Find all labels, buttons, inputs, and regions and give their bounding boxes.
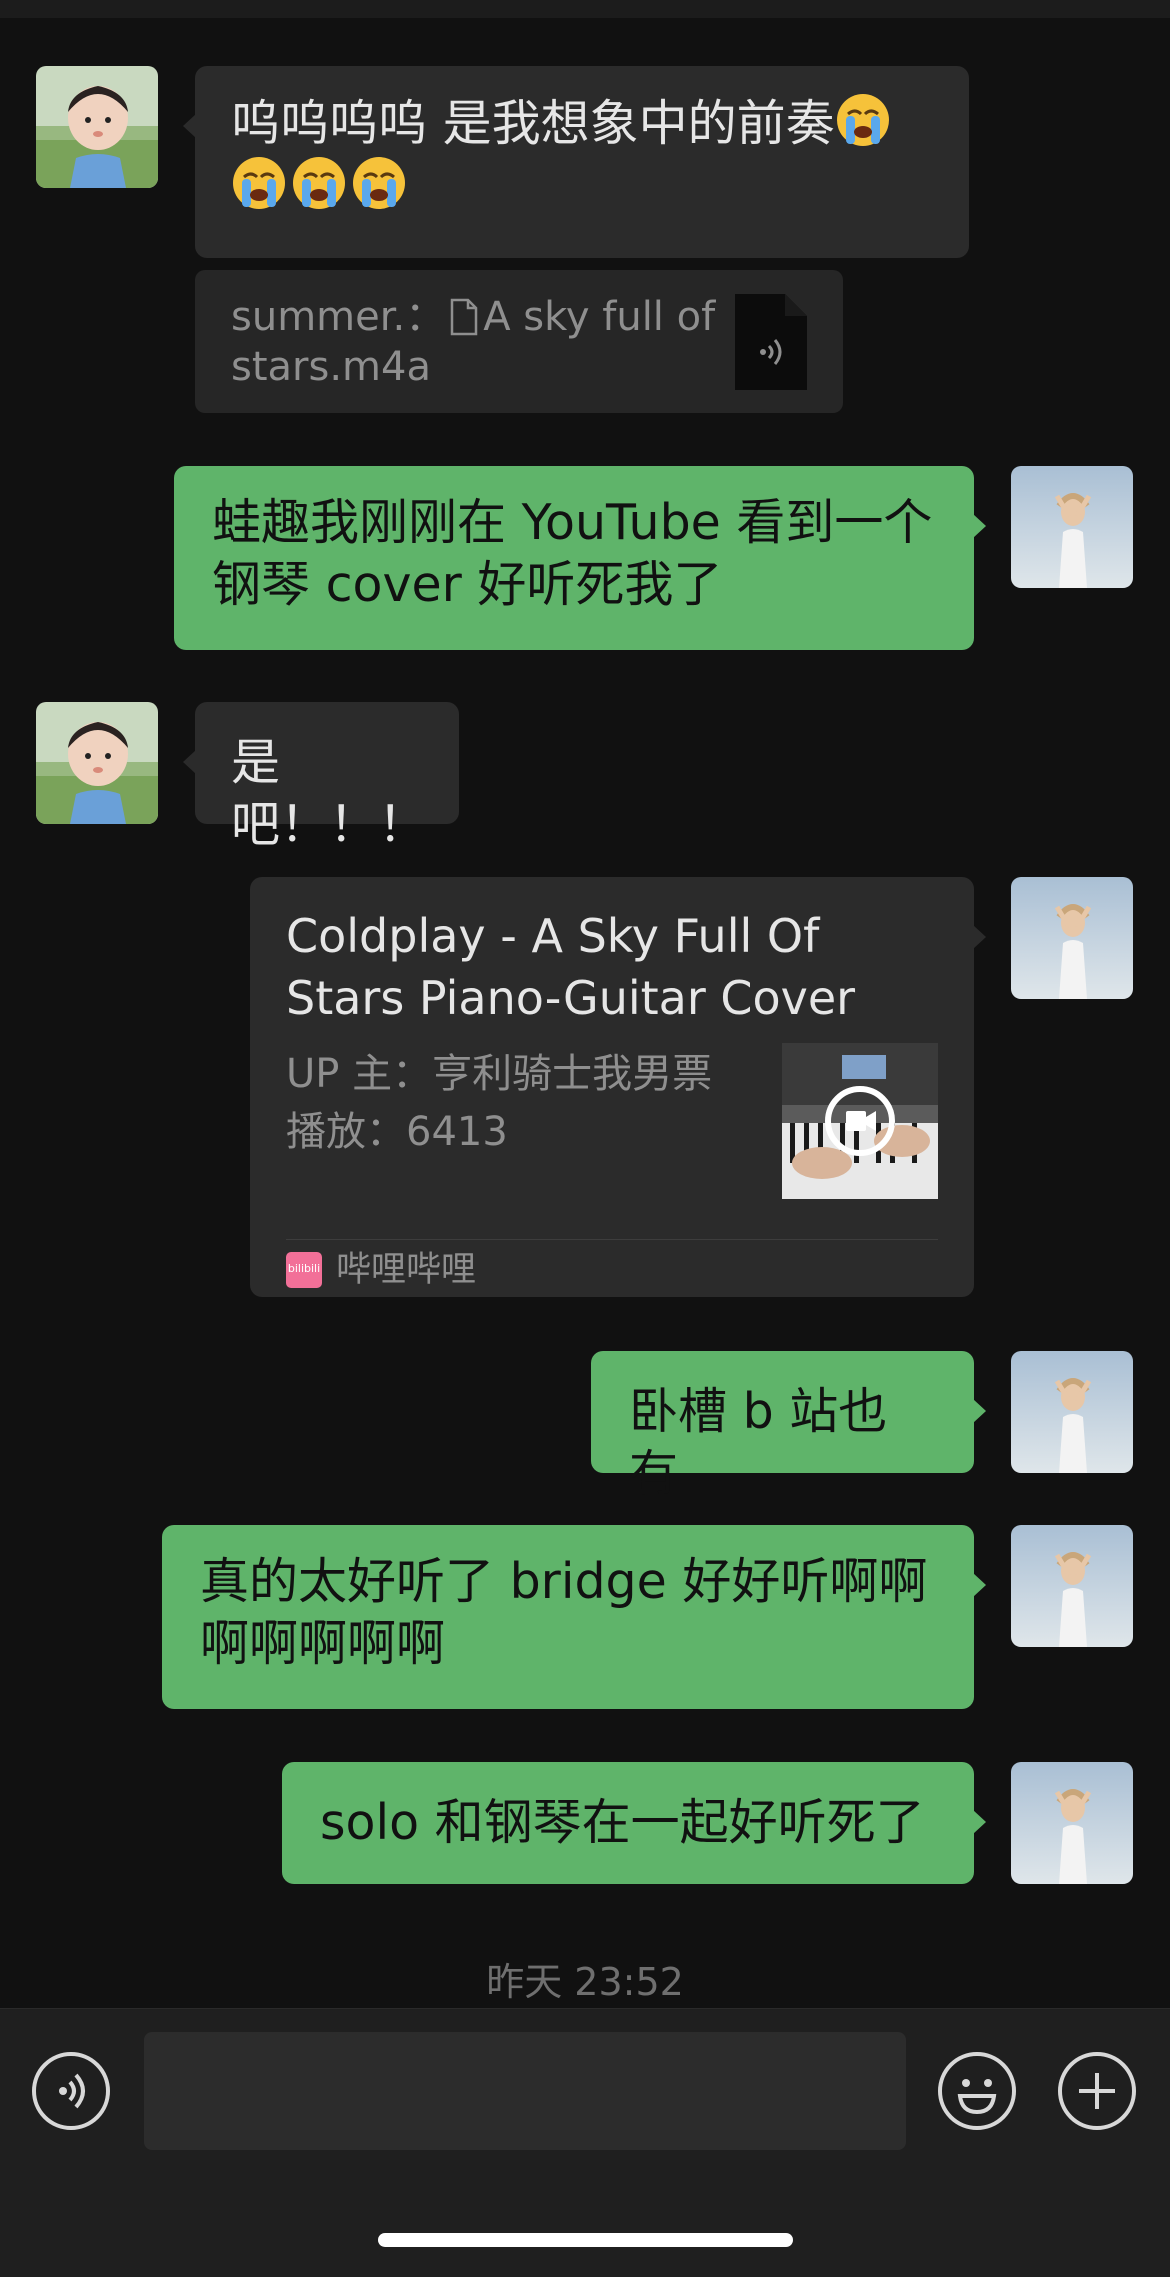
crying-emoji-icon: [835, 92, 891, 148]
avatar-self[interactable]: [1011, 466, 1133, 588]
source-name: 哔哩哔哩: [336, 1250, 477, 1290]
avatar-contact[interactable]: [36, 702, 158, 824]
audio-file-icon: [735, 294, 807, 390]
plus-button[interactable]: [1058, 2052, 1136, 2130]
emoji-button[interactable]: [938, 2052, 1016, 2130]
timestamp: 昨天 23:52: [486, 1960, 684, 2004]
message-text: 是吧！！！: [231, 734, 428, 853]
plus-icon: [1079, 2073, 1115, 2109]
message-bubble-outgoing[interactable]: 卧槽 b 站也有: [591, 1351, 986, 1502]
avatar-self[interactable]: [1011, 877, 1133, 999]
video-plays: 播放：6413: [286, 1109, 508, 1155]
crying-emoji-icon: [291, 155, 347, 211]
status-bar-strip: [0, 0, 1170, 18]
message-bubble-outgoing[interactable]: solo 和钢琴在一起好听死了: [282, 1762, 986, 1884]
message-bubble-outgoing[interactable]: 真的太好听了 bridge 好好听啊啊啊啊啊啊啊: [162, 1525, 986, 1709]
message-bubble-outgoing[interactable]: 蛙趣我刚刚在 YouTube 看到一个钢琴 cover 好听死我了: [174, 466, 986, 650]
message-bubble-incoming[interactable]: 是吧！！！: [183, 702, 459, 853]
voice-button[interactable]: [32, 2052, 110, 2130]
message-bubble-incoming[interactable]: 呜呜呜呜 是我想象中的前奏: [183, 66, 969, 258]
message-text: 呜呜呜呜 是我想象中的前奏: [231, 92, 933, 155]
message-input[interactable]: [144, 2032, 906, 2150]
emoji-icon: [957, 2079, 997, 2115]
file-icon: [449, 298, 479, 336]
avatar-contact[interactable]: [36, 66, 158, 188]
crying-emoji-icon: [231, 155, 287, 211]
voice-icon: [59, 2073, 85, 2109]
card-source: bilibili 哔哩哔哩: [286, 1247, 476, 1293]
bilibili-logo-icon: bilibili: [286, 1252, 322, 1288]
video-uploader: UP 主：亨利骑士我男票: [286, 1051, 713, 1097]
video-title: Coldplay - A Sky Full Of Stars Piano-Gui…: [286, 909, 856, 1025]
quote-sender: summer.：: [231, 294, 446, 340]
video-thumbnail: [782, 1043, 938, 1199]
message-text: solo 和钢琴在一起好听死了: [320, 1794, 925, 1851]
card-divider: [286, 1239, 938, 1240]
quoted-message[interactable]: summer.： A sky full of stars.m4a: [195, 270, 843, 413]
home-indicator: [378, 2233, 793, 2247]
crying-emoji-icon: [351, 155, 407, 211]
avatar-self[interactable]: [1011, 1525, 1133, 1647]
avatar-self[interactable]: [1011, 1762, 1133, 1884]
video-link-card[interactable]: Coldplay - A Sky Full Of Stars Piano-Gui…: [250, 877, 986, 1297]
video-meta: UP 主：亨利骑士我男票 播放：6413: [286, 1045, 746, 1161]
message-text: 蛙趣我刚刚在 YouTube 看到一个钢琴 cover 好听死我了: [212, 494, 933, 613]
message-text: 真的太好听了 bridge 好好听啊啊啊啊啊啊啊: [200, 1553, 928, 1672]
avatar-self[interactable]: [1011, 1351, 1133, 1473]
message-text: 卧槽 b 站也有: [629, 1383, 888, 1502]
